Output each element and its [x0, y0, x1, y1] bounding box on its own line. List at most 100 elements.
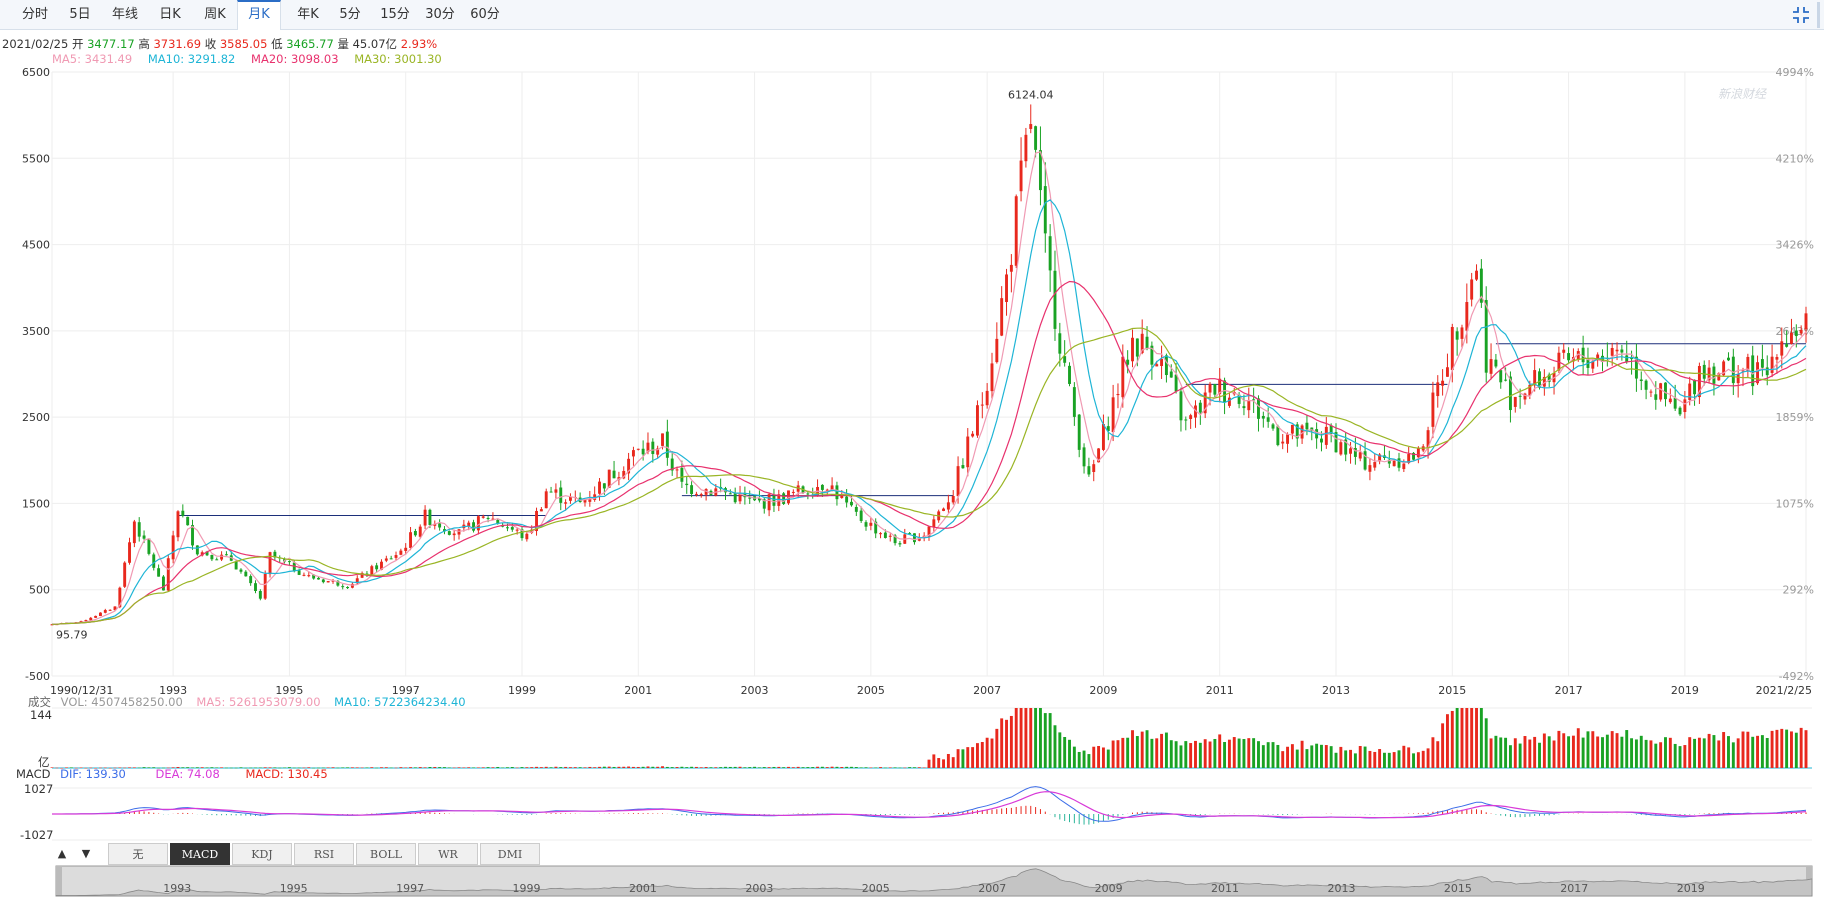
candle-body — [1135, 338, 1139, 357]
volume-bar — [1562, 733, 1566, 768]
volume-bar — [762, 767, 766, 768]
candle-body — [472, 522, 475, 531]
candle — [690, 481, 694, 498]
volume-bar — [1445, 714, 1449, 768]
volume-bar — [1746, 731, 1750, 768]
candle-body — [937, 511, 941, 521]
candle — [103, 608, 107, 614]
candle — [1717, 372, 1721, 381]
volume-bar — [1300, 740, 1304, 768]
candle — [370, 564, 374, 577]
candle-body — [370, 566, 374, 576]
navigator-tick-label: 2017 — [1560, 882, 1588, 895]
candle — [1101, 414, 1105, 452]
indicator-tab-wr[interactable]: WR — [418, 843, 478, 865]
x-tick-label: 2019 — [1671, 684, 1699, 697]
candle — [1562, 343, 1566, 359]
ma5-line — [51, 151, 1807, 625]
candle — [922, 532, 926, 542]
volume-bar — [1368, 750, 1372, 768]
tab-5day[interactable]: 5日 — [55, 0, 105, 30]
volume-top-tick: 144 — [30, 708, 52, 722]
tab-yearline[interactable]: 年线 — [100, 0, 150, 30]
indicator-tab-macd[interactable]: MACD — [170, 843, 230, 865]
kline-chart[interactable]: -500 500 1500 2500 3500 4500 5500 6500 -492% 292… — [0, 0, 1824, 898]
indicator-tab-dmi[interactable]: DMI — [480, 843, 540, 865]
x-tick-label: 1999 — [508, 684, 536, 697]
candle — [1785, 330, 1789, 348]
ma10-legend: MA10: 3291.82 — [147, 52, 236, 66]
candle-body — [1024, 134, 1028, 162]
volume-bar — [476, 767, 480, 768]
tab-fenshi[interactable]: 分时 — [10, 0, 60, 30]
indicator-tab-boll[interactable]: BOLL — [356, 843, 416, 865]
volume-bar — [1310, 745, 1314, 768]
candle — [1683, 391, 1687, 419]
candle — [777, 489, 781, 512]
candle-body — [384, 558, 388, 561]
volume-bar — [1571, 735, 1575, 768]
volume-bar — [554, 766, 558, 768]
volume-bar — [1799, 727, 1803, 768]
navigator-tick-label: 1999 — [513, 882, 541, 895]
candle — [1276, 424, 1280, 447]
candle — [995, 322, 999, 364]
candle-body — [1591, 361, 1595, 369]
candle-body — [394, 555, 398, 558]
volume-bar — [341, 767, 345, 768]
tab-30min[interactable]: 30分 — [415, 0, 465, 30]
tab-60min[interactable]: 60分 — [460, 0, 510, 30]
macd-value: MACD: 130.45 — [245, 767, 328, 781]
indicator-tab-rsi[interactable]: RSI — [294, 843, 354, 865]
candle — [515, 528, 519, 535]
candle — [1649, 389, 1653, 398]
candle-body — [113, 606, 117, 611]
candle — [932, 515, 936, 532]
candle — [1116, 383, 1120, 409]
volume-bar — [1315, 743, 1319, 768]
volume-bar — [1106, 749, 1110, 768]
candle-body — [515, 529, 519, 531]
candle-body — [1092, 464, 1096, 472]
candle-body — [1625, 355, 1629, 362]
candle — [287, 560, 291, 565]
volume-bar — [714, 767, 718, 768]
collapse-icon[interactable] — [1792, 6, 1810, 24]
down-arrow-button[interactable]: ▼ — [78, 845, 94, 863]
scroll-handle-icon[interactable] — [1814, 2, 1824, 28]
volume-bar — [1780, 728, 1784, 768]
candle — [724, 486, 727, 500]
tab-15min[interactable]: 15分 — [370, 0, 420, 30]
candle-body — [908, 533, 912, 535]
candle-body — [646, 442, 650, 452]
candle-body — [1780, 341, 1784, 356]
candle — [1150, 341, 1154, 380]
tab-5min[interactable]: 5分 — [325, 0, 375, 30]
indicator-tab-kdj[interactable]: KDJ — [232, 843, 292, 865]
volume-bar — [709, 767, 713, 768]
up-arrow-button[interactable]: ▲ — [54, 845, 70, 863]
candle — [481, 514, 485, 519]
tab-daily-k[interactable]: 日K — [145, 0, 195, 30]
tab-monthly-k[interactable]: 月K — [237, 0, 281, 30]
candle-body — [1407, 454, 1411, 464]
candle — [1334, 423, 1338, 453]
candle — [602, 483, 606, 495]
candle-body — [1581, 347, 1585, 363]
candle-body — [772, 495, 776, 506]
candle-body — [753, 496, 757, 501]
candle — [1000, 286, 1004, 337]
candle-body — [317, 577, 320, 580]
candle-body — [816, 487, 820, 496]
volume-bar — [1334, 752, 1338, 768]
candle — [452, 529, 456, 541]
volume-bar — [544, 766, 548, 768]
volume-bar — [438, 767, 442, 768]
tab-weekly-k[interactable]: 周K — [190, 0, 240, 30]
candle — [350, 582, 354, 589]
candle — [1281, 434, 1285, 450]
candle-body — [1368, 465, 1372, 472]
volume-bar — [985, 737, 989, 768]
indicator-tab-none[interactable]: 无 — [108, 843, 168, 865]
candle-body — [1053, 270, 1057, 329]
